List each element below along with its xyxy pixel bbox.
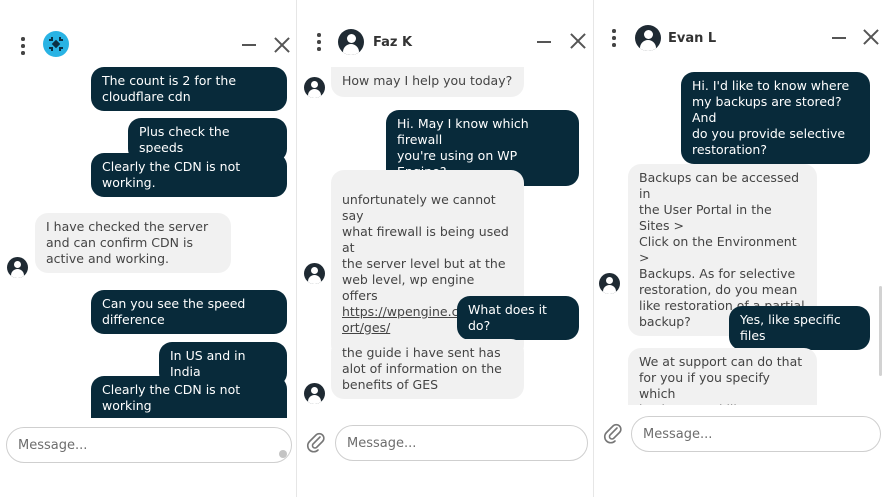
message-input[interactable] bbox=[631, 416, 881, 452]
user-avatar-icon bbox=[304, 263, 325, 284]
outgoing-message: What does it do? bbox=[457, 296, 579, 340]
paperclip-icon[interactable] bbox=[306, 431, 326, 453]
contact-name: Evan L bbox=[668, 31, 717, 46]
outgoing-message: Can you see the speed difference bbox=[91, 290, 287, 334]
close-icon[interactable] bbox=[274, 37, 290, 53]
agent-avatar-icon bbox=[338, 29, 364, 55]
chat-panel-3: Evan L Hi. I'd like to know where my bac… bbox=[593, 0, 884, 497]
chat-header: Faz K bbox=[297, 0, 592, 66]
more-vertical-icon[interactable] bbox=[317, 33, 321, 51]
outgoing-message: The count is 2 for the cloudflare cdn bbox=[91, 67, 287, 111]
user-avatar-icon bbox=[599, 273, 620, 294]
chat-header: Evan L bbox=[594, 0, 884, 66]
minimize-icon[interactable] bbox=[242, 44, 256, 46]
message-input[interactable] bbox=[6, 427, 292, 463]
message-input[interactable] bbox=[335, 425, 588, 461]
minimize-icon[interactable] bbox=[537, 41, 551, 43]
incoming-message: I have checked the server and can confir… bbox=[35, 213, 231, 273]
close-icon[interactable] bbox=[570, 33, 586, 49]
chat-header bbox=[0, 0, 296, 66]
chat-panel-1: The count is 2 for the cloudflare cdn Pl… bbox=[0, 0, 296, 497]
paperclip-icon[interactable] bbox=[603, 422, 623, 444]
more-vertical-icon[interactable] bbox=[612, 29, 616, 47]
user-avatar-icon bbox=[7, 257, 28, 278]
outgoing-message: Yes, like specific files bbox=[729, 306, 870, 350]
contact-name: Faz K bbox=[373, 35, 413, 50]
scrollbar[interactable] bbox=[879, 286, 882, 376]
outgoing-message: Clearly the CDN is not working. bbox=[91, 153, 287, 197]
user-avatar-icon bbox=[304, 77, 325, 98]
send-indicator-icon bbox=[279, 450, 287, 458]
incoming-message: the guide i have sent has alot of inform… bbox=[331, 339, 524, 399]
more-vertical-icon[interactable] bbox=[21, 37, 25, 55]
brand-logo-icon bbox=[43, 31, 69, 57]
user-avatar-icon bbox=[304, 383, 325, 404]
outgoing-message: Hi. I'd like to know where my backups ar… bbox=[681, 72, 870, 164]
outgoing-message: Clearly the CDN is not working bbox=[91, 376, 287, 418]
agent-avatar-icon bbox=[635, 25, 661, 51]
minimize-icon[interactable] bbox=[832, 37, 846, 39]
incoming-message: How may I help you today? bbox=[331, 67, 524, 97]
chat-panel-2: Faz K How may I help you today? Hi. May … bbox=[296, 0, 592, 497]
incoming-message: We at support can do that for you if you… bbox=[628, 348, 817, 405]
close-icon[interactable] bbox=[863, 29, 879, 45]
message-text: unfortunately we cannot say what firewal… bbox=[342, 192, 509, 303]
